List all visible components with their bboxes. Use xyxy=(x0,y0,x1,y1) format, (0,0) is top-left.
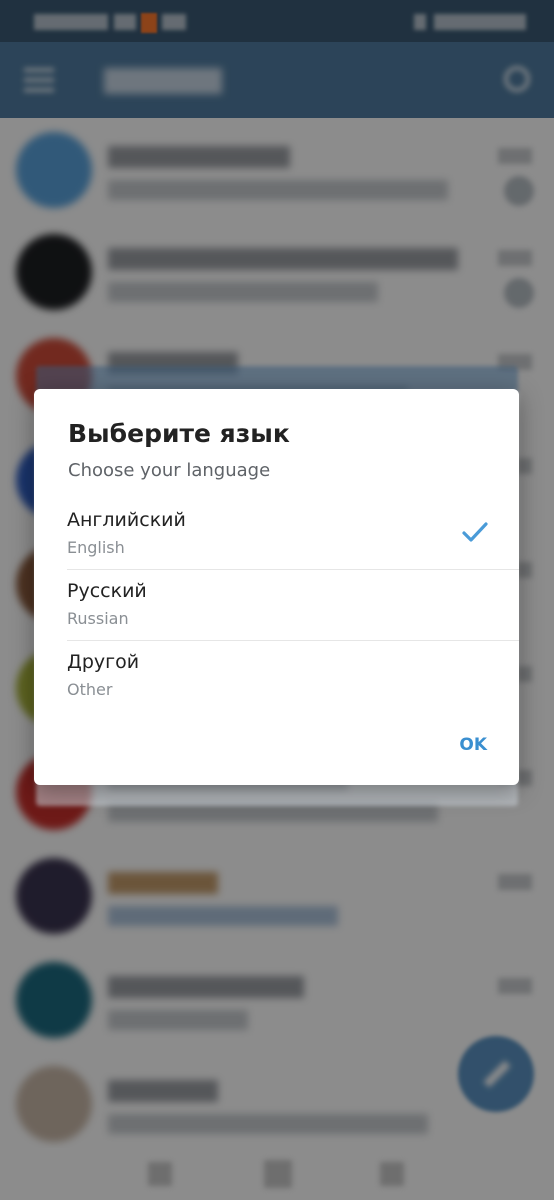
language-option-other[interactable]: Другой Other xyxy=(34,640,519,711)
language-option-label: Другой xyxy=(67,651,140,673)
language-option-native: Other xyxy=(67,680,113,699)
dialog-subtitle: Choose your language xyxy=(68,460,271,481)
dialog-title: Выберите язык xyxy=(68,419,290,448)
language-option-russian[interactable]: Русский Russian xyxy=(34,569,519,640)
ok-button[interactable]: OK xyxy=(455,733,491,757)
language-option-english[interactable]: Английский English xyxy=(34,498,519,569)
language-option-native: Russian xyxy=(67,609,129,628)
language-dialog: Выберите язык Choose your language Англи… xyxy=(34,389,519,785)
language-option-label: Русский xyxy=(67,580,147,602)
checkmark-icon xyxy=(462,522,488,542)
screen: Выберите язык Choose your language Англи… xyxy=(0,0,554,1200)
language-option-native: English xyxy=(67,538,125,557)
language-option-label: Английский xyxy=(67,509,186,531)
